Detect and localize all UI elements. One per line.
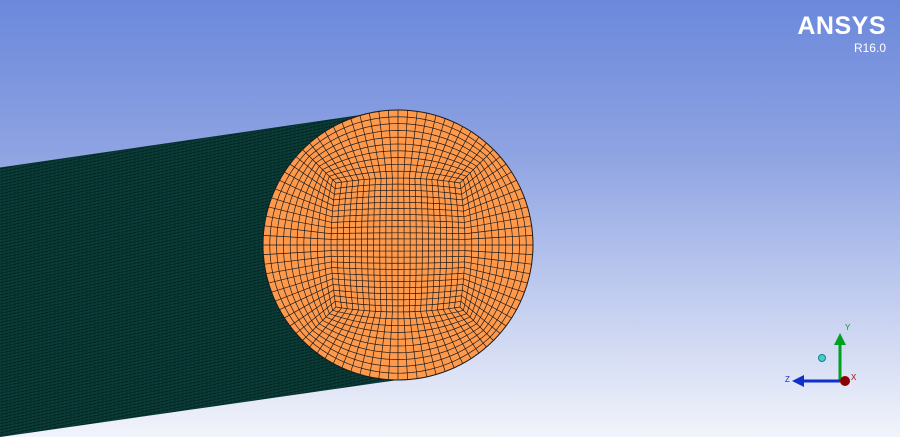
- mesh-view[interactable]: [0, 0, 900, 437]
- triad-isometric-ball[interactable]: [818, 354, 826, 362]
- ansys-logo: ANSYS R16.0: [797, 12, 886, 55]
- brand-name: ANSYS: [797, 12, 886, 40]
- z-axis-label: Z: [785, 375, 790, 384]
- cylinder-end-face[interactable]: [262, 109, 534, 381]
- graphics-viewport[interactable]: ANSYS R16.0 Y Z X: [0, 0, 900, 437]
- x-axis-label: X: [851, 373, 857, 382]
- y-axis-label: Y: [845, 323, 851, 332]
- brand-version: R16.0: [853, 41, 886, 55]
- axis-triad[interactable]: Y Z X: [780, 315, 860, 395]
- x-axis-arrow[interactable]: [840, 376, 850, 386]
